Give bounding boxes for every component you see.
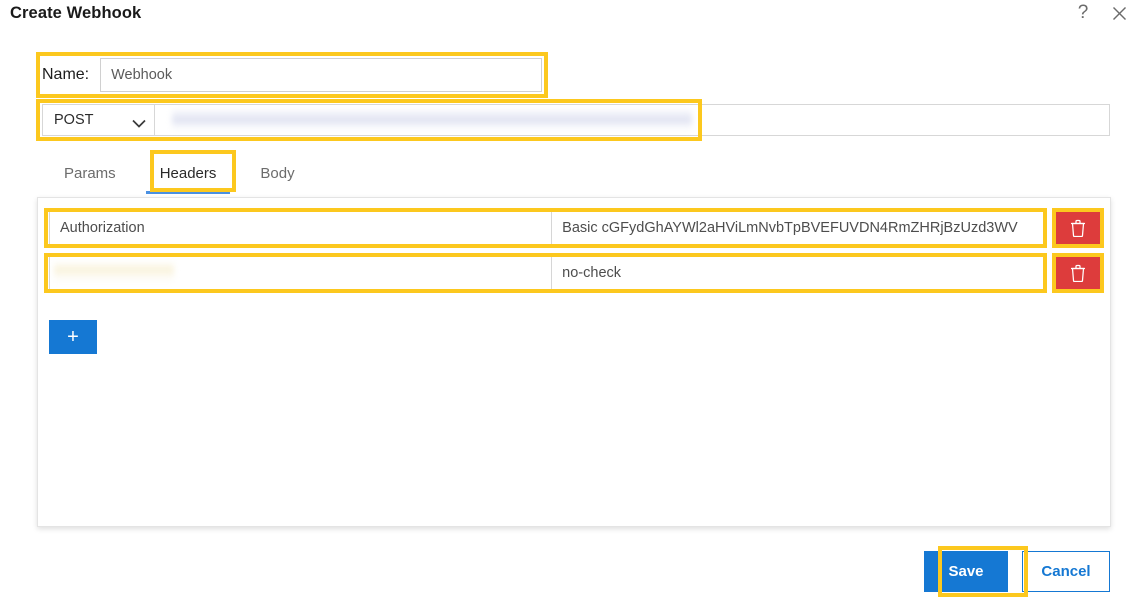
trash-icon [1070, 219, 1086, 237]
cancel-button[interactable]: Cancel [1022, 551, 1110, 592]
dialog-footer: Save Cancel [924, 551, 1110, 592]
name-label: Name: [42, 66, 90, 83]
add-header-button[interactable]: + [49, 320, 97, 354]
titlebar-actions: ? [1072, 2, 1130, 24]
name-input[interactable] [100, 58, 542, 92]
chevron-down-icon [132, 116, 146, 128]
header-value-input-0[interactable] [551, 209, 1047, 246]
http-method-select[interactable]: POST [42, 104, 154, 136]
name-field-row: Name: [42, 58, 542, 92]
table-row [49, 254, 1101, 291]
url-input[interactable] [154, 104, 1110, 136]
create-webhook-dialog: Create Webhook ? Name: POST [0, 0, 1140, 604]
tab-body[interactable]: Body [238, 152, 316, 194]
tab-headers-label: Headers [159, 164, 217, 182]
headers-panel: + [37, 197, 1111, 527]
help-question-icon[interactable]: ? [1072, 2, 1094, 24]
save-button[interactable]: Save [924, 551, 1008, 592]
http-method-value: POST [54, 112, 94, 128]
tab-params-label: Params [64, 164, 116, 182]
header-value-input-1[interactable] [551, 254, 1047, 291]
trash-icon [1070, 264, 1086, 282]
tab-body-label: Body [260, 164, 295, 182]
delete-header-button-0[interactable] [1055, 209, 1101, 246]
request-line: POST [42, 104, 1110, 136]
close-x-icon[interactable] [1108, 2, 1130, 24]
delete-header-button-1[interactable] [1055, 254, 1101, 291]
page-title: Create Webhook [10, 4, 142, 22]
table-row [49, 209, 1101, 246]
tab-params[interactable]: Params [42, 152, 138, 194]
tab-headers[interactable]: Headers [138, 152, 239, 194]
header-key-input-1[interactable] [49, 254, 552, 291]
header-key-input-0[interactable] [49, 209, 552, 246]
request-tabs: Params Headers Body [42, 152, 1110, 196]
dialog-titlebar: Create Webhook ? [0, 0, 1140, 32]
